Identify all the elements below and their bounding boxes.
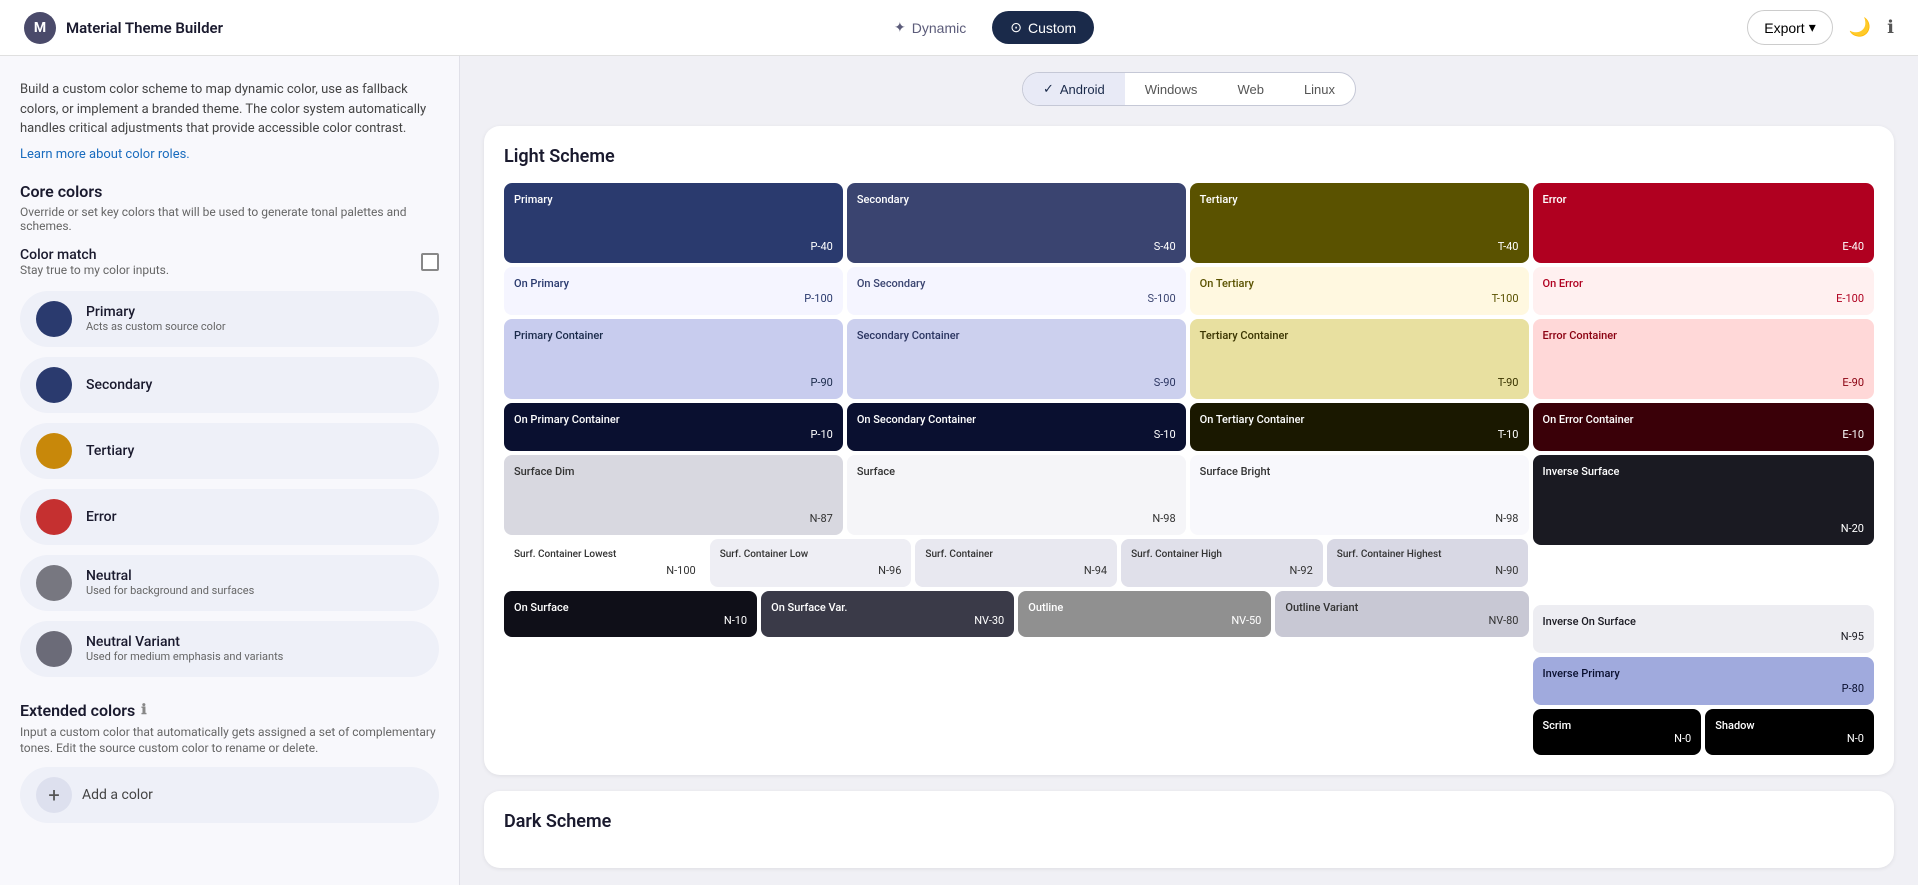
tab-linux[interactable]: Linux [1284, 73, 1355, 105]
neutral-swatch [36, 565, 72, 601]
neutral-variant-name: Neutral Variant [86, 634, 283, 650]
on-error-container-cell[interactable]: On Error Container E-10 [1533, 403, 1875, 451]
platform-header: ✓ Android Windows Web Linux [484, 72, 1894, 106]
color-match-label: Color match [20, 247, 169, 263]
add-color-row[interactable]: + Add a color [20, 767, 439, 823]
neutral-name: Neutral [86, 568, 254, 584]
tertiary-cell[interactable]: Tertiary T-40 [1190, 183, 1529, 263]
outline-variant-cell[interactable]: Outline Variant NV-80 [1275, 591, 1528, 637]
logo-icon: M [24, 12, 56, 44]
scrim-cell[interactable]: Scrim N-0 [1533, 709, 1702, 755]
color-item-secondary[interactable]: Secondary [20, 357, 439, 413]
extended-colors-title: Extended colors ℹ [20, 701, 439, 720]
dark-scheme-card: Dark Scheme [484, 791, 1894, 868]
light-scheme-card: Light Scheme Primary P-40 Secondary S-40 [484, 126, 1894, 775]
secondary-name: Secondary [86, 377, 152, 393]
on-primary-container-cell[interactable]: On Primary Container P-10 [504, 403, 843, 451]
shadow-cell[interactable]: Shadow N-0 [1705, 709, 1874, 755]
check-icon: ✓ [1043, 81, 1054, 97]
add-color-label: Add a color [82, 787, 153, 803]
learn-more-link[interactable]: Learn more about color roles. [20, 147, 190, 162]
core-colors-title: Core colors [20, 182, 439, 201]
sidebar-description: Build a custom color scheme to map dynam… [20, 80, 439, 139]
surf-container-highest-cell[interactable]: Surf. Container Highest N-90 [1327, 539, 1529, 587]
custom-label: Custom [1028, 20, 1076, 36]
on-secondary-container-cell[interactable]: On Secondary Container S-10 [847, 403, 1186, 451]
on-tertiary-cell[interactable]: On Tertiary T-100 [1190, 267, 1529, 315]
info-button[interactable]: ℹ [1887, 17, 1894, 38]
neutral-sub: Used for background and surfaces [86, 584, 254, 597]
primary-sub: Acts as custom source color [86, 320, 226, 333]
tab-windows[interactable]: Windows [1125, 73, 1218, 105]
nav-center: ✦ Dynamic ⊙ Custom [876, 11, 1094, 44]
on-surface-cell[interactable]: On Surface N-10 [504, 591, 757, 637]
on-surface-var-cell[interactable]: On Surface Var. NV-30 [761, 591, 1014, 637]
chevron-down-icon: ▾ [1809, 19, 1816, 36]
sidebar: Build a custom color scheme to map dynam… [0, 56, 460, 885]
tertiary-container-cell[interactable]: Tertiary Container T-90 [1190, 319, 1529, 399]
error-name: Error [86, 509, 117, 525]
dynamic-icon: ✦ [894, 19, 906, 36]
primary-name: Primary [86, 304, 226, 320]
inverse-surface-cell[interactable]: Inverse Surface N-20 [1533, 455, 1875, 545]
nav-right: Export ▾ 🌙 ℹ [1747, 10, 1894, 45]
error-swatch [36, 499, 72, 535]
color-item-neutral[interactable]: Neutral Used for background and surfaces [20, 555, 439, 611]
inverse-on-surface-cell[interactable]: Inverse On Surface N-95 [1533, 605, 1875, 653]
color-match-checkbox[interactable] [421, 253, 439, 271]
core-colors-sub: Override or set key colors that will be … [20, 205, 439, 233]
secondary-cell[interactable]: Secondary S-40 [847, 183, 1186, 263]
dynamic-label: Dynamic [912, 20, 966, 36]
theme-toggle-button[interactable]: 🌙 [1849, 17, 1871, 38]
main-content: ✓ Android Windows Web Linux Light Scheme [460, 56, 1918, 885]
outline-cell[interactable]: Outline NV-50 [1018, 591, 1271, 637]
dark-scheme-title: Dark Scheme [504, 811, 1874, 832]
inverse-primary-cell[interactable]: Inverse Primary P-80 [1533, 657, 1875, 705]
color-match-row: Color match Stay true to my color inputs… [20, 247, 439, 277]
neutral-variant-sub: Used for medium emphasis and variants [86, 650, 283, 663]
surface-dim-cell[interactable]: Surface Dim N-87 [504, 455, 843, 535]
on-tertiary-container-cell[interactable]: On Tertiary Container T-10 [1190, 403, 1529, 451]
custom-icon: ⊙ [1010, 19, 1022, 36]
error-cell[interactable]: Error E-40 [1533, 183, 1875, 263]
on-secondary-cell[interactable]: On Secondary S-100 [847, 267, 1186, 315]
on-error-cell[interactable]: On Error E-100 [1533, 267, 1875, 315]
info-icon-extended: ℹ [141, 702, 146, 718]
light-scheme-title: Light Scheme [504, 146, 1874, 167]
color-item-tertiary[interactable]: Tertiary [20, 423, 439, 479]
top-nav: M Material Theme Builder ✦ Dynamic ⊙ Cus… [0, 0, 1918, 56]
primary-container-cell[interactable]: Primary Container P-90 [504, 319, 843, 399]
primary-swatch [36, 301, 72, 337]
tab-web[interactable]: Web [1217, 73, 1284, 105]
color-item-neutral-variant[interactable]: Neutral Variant Used for medium emphasis… [20, 621, 439, 677]
surf-container-lowest-cell[interactable]: Surf. Container Lowest N-100 [504, 539, 706, 587]
neutral-variant-swatch [36, 631, 72, 667]
surf-container-low-cell[interactable]: Surf. Container Low N-96 [710, 539, 912, 587]
on-primary-cell[interactable]: On Primary P-100 [504, 267, 843, 315]
color-item-primary[interactable]: Primary Acts as custom source color [20, 291, 439, 347]
tab-android[interactable]: ✓ Android [1023, 73, 1125, 105]
color-item-error[interactable]: Error [20, 489, 439, 545]
surface-bright-cell[interactable]: Surface Bright N-98 [1190, 455, 1529, 535]
add-icon: + [36, 777, 72, 813]
main-layout: Build a custom color scheme to map dynam… [0, 56, 1918, 885]
primary-cell[interactable]: Primary P-40 [504, 183, 843, 263]
extended-sub: Input a custom color that automatically … [20, 724, 439, 758]
color-match-sub: Stay true to my color inputs. [20, 263, 169, 277]
tertiary-name: Tertiary [86, 443, 134, 459]
custom-button[interactable]: ⊙ Custom [992, 11, 1094, 44]
surf-container-cell[interactable]: Surf. Container N-94 [915, 539, 1117, 587]
app-title: Material Theme Builder [66, 19, 223, 37]
export-button[interactable]: Export ▾ [1747, 10, 1833, 45]
secondary-container-cell[interactable]: Secondary Container S-90 [847, 319, 1186, 399]
surf-container-high-cell[interactable]: Surf. Container High N-92 [1121, 539, 1323, 587]
error-container-cell[interactable]: Error Container E-90 [1533, 319, 1875, 399]
app-logo: M Material Theme Builder [24, 12, 223, 44]
dynamic-button[interactable]: ✦ Dynamic [876, 11, 984, 44]
surface-cell[interactable]: Surface N-98 [847, 455, 1186, 535]
secondary-swatch [36, 367, 72, 403]
platform-tabs: ✓ Android Windows Web Linux [1022, 72, 1356, 106]
tertiary-swatch [36, 433, 72, 469]
